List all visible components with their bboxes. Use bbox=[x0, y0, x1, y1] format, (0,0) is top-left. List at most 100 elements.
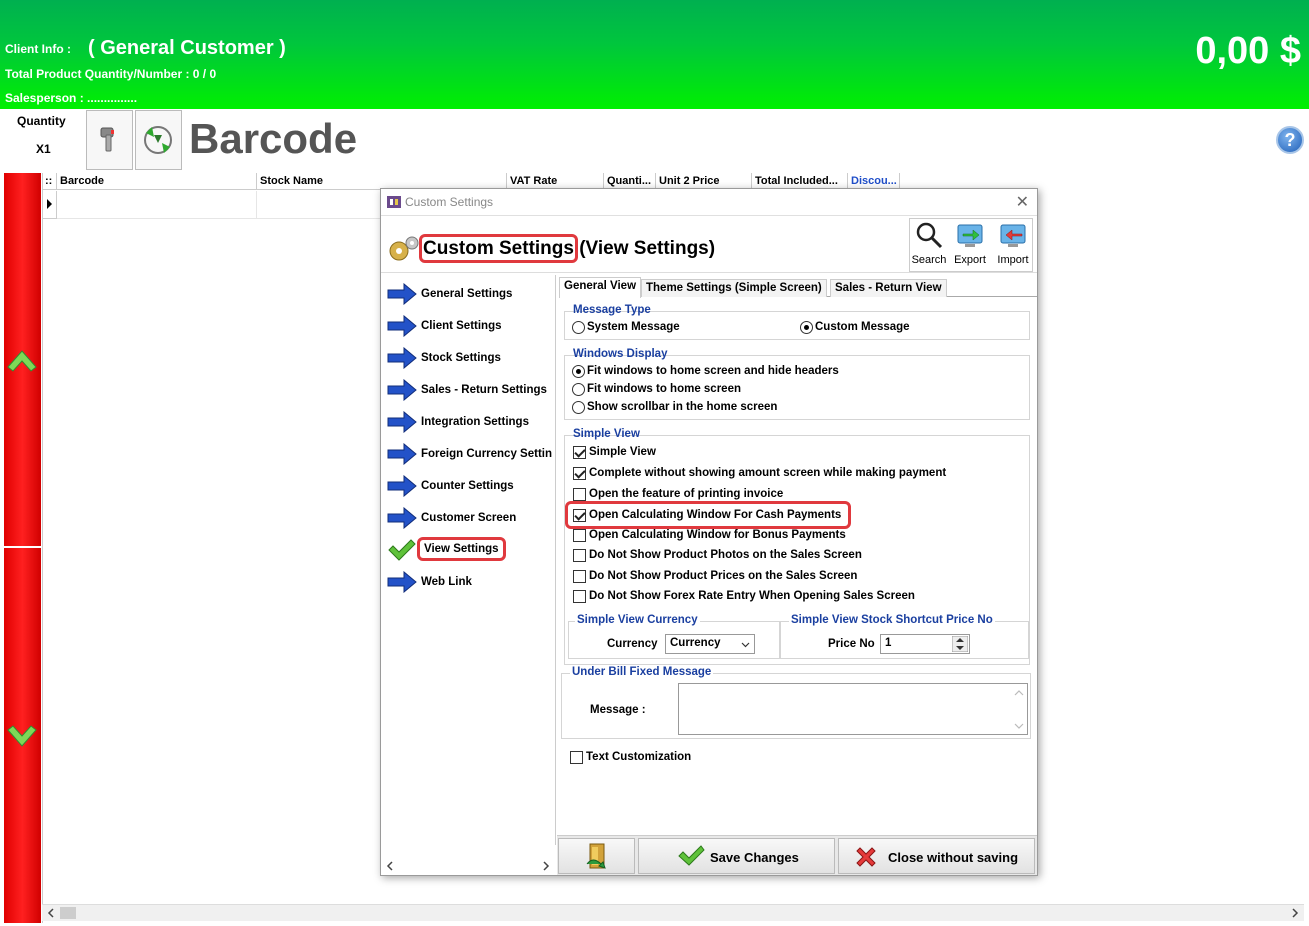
price-no-group-title: Simple View Stock Shortcut Price No bbox=[789, 614, 995, 626]
client-info-header: Client Info : ( General Customer ) Total… bbox=[0, 0, 1309, 109]
custom-message-radio[interactable] bbox=[800, 321, 813, 334]
nav-item-counter-settings[interactable]: Counter Settings bbox=[385, 471, 555, 501]
heading-view-settings: (View Settings) bbox=[573, 238, 716, 259]
complete-without-amount-label[interactable]: Complete without showing amount screen w… bbox=[589, 467, 946, 479]
import-button[interactable]: Import bbox=[992, 218, 1034, 272]
printing-invoice-label[interactable]: Open the feature of printing invoice bbox=[589, 488, 783, 500]
app-icon bbox=[387, 196, 401, 208]
quantity-value[interactable]: X1 bbox=[36, 142, 51, 156]
dialog-header: Custom Settings (View Settings) Search E… bbox=[381, 215, 1037, 273]
search-button[interactable]: Search bbox=[908, 218, 950, 272]
nav-label: Stock Settings bbox=[421, 352, 501, 364]
barcode-scanner-button[interactable] bbox=[86, 110, 133, 170]
tab-theme-settings[interactable]: Theme Settings (Simple Screen) bbox=[641, 279, 827, 297]
simple-view-checkbox[interactable] bbox=[573, 446, 586, 459]
system-message-radio[interactable] bbox=[572, 321, 585, 334]
currency-select[interactable]: Currency bbox=[665, 634, 755, 654]
salesperson-label[interactable]: Salesperson : ............... bbox=[5, 91, 137, 105]
simple-view-label[interactable]: Simple View bbox=[589, 446, 656, 458]
text-customization-checkbox[interactable] bbox=[570, 751, 583, 764]
complete-without-amount-checkbox[interactable] bbox=[573, 467, 586, 480]
arrow-right-icon bbox=[387, 571, 417, 593]
arrow-right-icon bbox=[387, 475, 417, 497]
nav-label: General Settings bbox=[421, 288, 513, 300]
message-type-title: Message Type bbox=[573, 304, 651, 316]
cash-payments-calculator-checkbox[interactable] bbox=[573, 509, 586, 522]
hide-forex-rate-label[interactable]: Do Not Show Forex Rate Entry When Openin… bbox=[589, 590, 915, 602]
column-header-barcode[interactable]: Barcode bbox=[57, 173, 257, 190]
message-textarea[interactable] bbox=[678, 683, 1028, 735]
gears-settings-icon bbox=[389, 236, 419, 261]
fit-hide-headers-label[interactable]: Fit windows to home screen and hide head… bbox=[587, 365, 839, 377]
help-button[interactable]: ? bbox=[1276, 126, 1304, 154]
hide-product-prices-label[interactable]: Do Not Show Product Prices on the Sales … bbox=[589, 570, 857, 582]
cash-payments-calculator-label[interactable]: Open Calculating Window For Cash Payment… bbox=[589, 509, 841, 521]
hide-product-prices-checkbox[interactable] bbox=[573, 570, 586, 583]
nav-horizontal-scrollbar[interactable] bbox=[381, 857, 556, 875]
dialog-titlebar[interactable]: Custom Settings ✕ bbox=[381, 189, 1037, 215]
export-button[interactable]: Export bbox=[949, 218, 991, 272]
nav-item-stock-settings[interactable]: Stock Settings bbox=[385, 343, 555, 373]
scroll-up-button[interactable] bbox=[4, 173, 41, 546]
barcode-title: Barcode bbox=[189, 115, 358, 162]
settings-nav: General Settings Client Settings Stock S… bbox=[381, 275, 556, 845]
nav-item-foreign-currency-settings[interactable]: Foreign Currency Settin bbox=[385, 439, 555, 469]
current-row-arrow-icon bbox=[47, 199, 52, 209]
total-amount: 0,00 $ bbox=[1195, 30, 1301, 72]
scroll-down-button[interactable] bbox=[4, 548, 41, 923]
refresh-arrows-icon bbox=[144, 126, 172, 154]
nav-item-web-link[interactable]: Web Link bbox=[385, 567, 555, 597]
settings-tabs: General View Theme Settings (Simple Scre… bbox=[559, 277, 1037, 298]
nav-label: Foreign Currency Settin bbox=[421, 448, 552, 460]
table-row[interactable] bbox=[257, 191, 381, 219]
arrow-right-icon bbox=[387, 283, 417, 305]
exit-door-button[interactable] bbox=[558, 838, 635, 874]
close-without-saving-button[interactable]: Close without saving bbox=[838, 838, 1035, 874]
exit-door-icon bbox=[586, 843, 606, 869]
close-icon[interactable]: ✕ bbox=[1016, 192, 1029, 212]
nav-item-sales-return-settings[interactable]: Sales - Return Settings bbox=[385, 375, 555, 405]
custom-message-label[interactable]: Custom Message bbox=[815, 321, 910, 333]
show-scrollbar-radio[interactable] bbox=[572, 401, 585, 414]
fit-home-screen-label[interactable]: Fit windows to home screen bbox=[587, 383, 741, 395]
dialog-window-title: Custom Settings bbox=[405, 195, 494, 209]
bonus-payments-calculator-label[interactable]: Open Calculating Window for Bonus Paymen… bbox=[589, 529, 846, 541]
windows-display-title: Windows Display bbox=[573, 348, 668, 360]
bonus-payments-calculator-checkbox[interactable] bbox=[573, 529, 586, 542]
currency-select-value: Currency bbox=[670, 637, 721, 649]
nav-item-integration-settings[interactable]: Integration Settings bbox=[385, 407, 555, 437]
tab-general-view[interactable]: General View bbox=[559, 277, 642, 298]
barcode-scanner-icon bbox=[100, 127, 114, 152]
scroll-thumb[interactable] bbox=[60, 907, 76, 919]
chevron-left-icon bbox=[47, 908, 54, 918]
simple-view-title: Simple View bbox=[573, 428, 640, 440]
system-message-label[interactable]: System Message bbox=[587, 321, 680, 333]
nav-item-view-settings[interactable]: View Settings bbox=[385, 535, 555, 565]
text-customization-label[interactable]: Text Customization bbox=[586, 751, 691, 763]
fit-hide-headers-radio[interactable] bbox=[572, 365, 585, 378]
import-icon bbox=[1000, 224, 1026, 247]
hide-forex-rate-checkbox[interactable] bbox=[573, 590, 586, 603]
hide-product-photos-checkbox[interactable] bbox=[573, 549, 586, 562]
show-scrollbar-label[interactable]: Show scrollbar in the home screen bbox=[587, 401, 777, 413]
hide-product-photos-label[interactable]: Do Not Show Product Photos on the Sales … bbox=[589, 549, 862, 561]
tab-sales-return-view[interactable]: Sales - Return View bbox=[830, 279, 947, 297]
quantity-label: Quantity bbox=[17, 114, 66, 128]
arrow-right-icon bbox=[387, 411, 417, 433]
nav-item-client-settings[interactable]: Client Settings bbox=[385, 311, 555, 341]
printing-invoice-checkbox[interactable] bbox=[573, 488, 586, 501]
nav-item-general-settings[interactable]: General Settings bbox=[385, 279, 555, 309]
horizontal-scrollbar[interactable] bbox=[42, 904, 1304, 921]
chevron-up-icon bbox=[7, 350, 37, 372]
sync-refresh-button[interactable] bbox=[135, 110, 182, 170]
search-icon bbox=[916, 222, 943, 249]
nav-item-customer-screen[interactable]: Customer Screen bbox=[385, 503, 555, 533]
arrow-right-icon bbox=[387, 347, 417, 369]
price-no-stepper[interactable]: 1 bbox=[880, 634, 970, 654]
fit-home-screen-radio[interactable] bbox=[572, 383, 585, 396]
table-row[interactable] bbox=[57, 191, 257, 219]
save-changes-button[interactable]: Save Changes bbox=[638, 838, 835, 874]
client-name[interactable]: ( General Customer ) bbox=[88, 37, 286, 60]
stepper-arrows-icon[interactable] bbox=[952, 636, 968, 652]
dialog-heading: Custom Settings (View Settings) bbox=[419, 234, 716, 263]
